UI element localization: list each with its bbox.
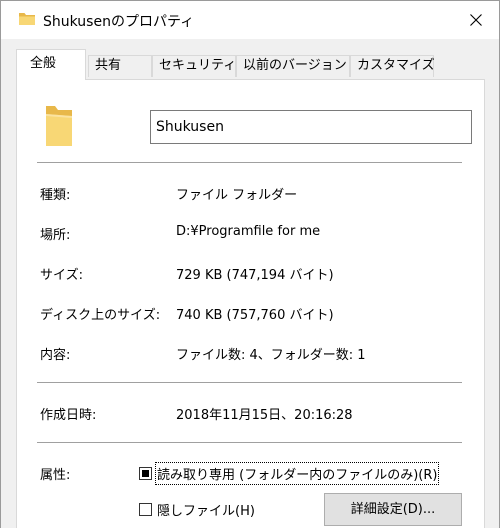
hidden-checkbox[interactable] xyxy=(139,503,152,516)
tab-previous-versions[interactable]: 以前のバージョン xyxy=(236,55,350,77)
contents-label: 内容: xyxy=(40,348,71,363)
size-value: 729 KB (747,194 バイト) xyxy=(176,268,334,283)
size-on-disk-value: 740 KB (757,760 バイト) xyxy=(176,308,334,323)
size-label: サイズ: xyxy=(40,268,83,283)
close-icon xyxy=(470,14,482,26)
close-button[interactable] xyxy=(453,1,499,39)
location-value: D:¥Programfile for me xyxy=(176,224,321,239)
created-value: 2018年11月15日、20:16:28 xyxy=(176,408,353,423)
properties-dialog: Shukusenのプロパティ 全般 共有 セキュリティ 以前のバージョン カスタ… xyxy=(0,0,500,528)
attributes-label: 属性: xyxy=(40,468,71,483)
tab-sharing[interactable]: 共有 xyxy=(88,55,152,77)
advanced-button[interactable]: 詳細設定(D)... xyxy=(324,493,462,526)
folder-icon xyxy=(19,12,35,26)
title-bar[interactable]: Shukusenのプロパティ xyxy=(1,1,499,39)
separator xyxy=(37,162,462,163)
readonly-checkbox-label[interactable]: 読み取り専用 (フォルダー内のファイルのみ)(R) xyxy=(154,462,440,485)
folder-name-input[interactable] xyxy=(150,110,472,144)
location-label: 場所: xyxy=(40,228,71,243)
hidden-checkbox-label[interactable]: 隠しファイル(H) xyxy=(157,500,255,519)
type-label: 種類: xyxy=(40,188,71,203)
readonly-checkbox[interactable] xyxy=(139,467,152,480)
separator xyxy=(37,382,462,383)
separator xyxy=(37,442,462,443)
tab-strip: 全般 共有 セキュリティ 以前のバージョン カスタマイズ xyxy=(16,49,486,80)
folder-icon xyxy=(44,102,74,148)
window-title: Shukusenのプロパティ xyxy=(43,14,195,30)
contents-value: ファイル数: 4、フォルダー数: 1 xyxy=(176,348,366,363)
tab-general[interactable]: 全般 xyxy=(16,49,86,80)
tab-security[interactable]: セキュリティ xyxy=(152,55,236,77)
created-label: 作成日時: xyxy=(40,408,97,423)
type-value: ファイル フォルダー xyxy=(176,188,298,203)
general-panel: 種類: ファイル フォルダー 場所: D:¥Programfile for me… xyxy=(16,79,485,528)
tab-customize[interactable]: カスタマイズ xyxy=(350,55,435,77)
size-on-disk-label: ディスク上のサイズ: xyxy=(40,308,161,323)
